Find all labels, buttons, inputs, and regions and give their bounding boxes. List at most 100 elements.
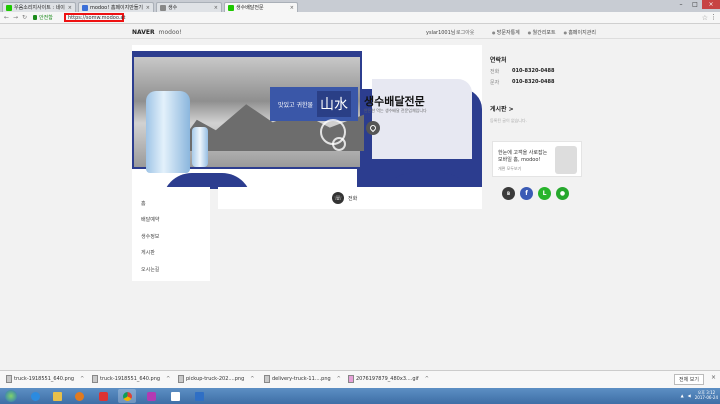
url-field[interactable]: https://somw.modoo.at [64, 13, 125, 22]
chevron-up-icon[interactable]: ^ [166, 376, 170, 382]
taskbar-app[interactable] [94, 389, 112, 403]
download-filename: delivery-truck-11....png [272, 376, 331, 382]
media-player-icon [74, 391, 84, 401]
tab-3[interactable]: 생수 × [156, 2, 222, 12]
window-controls: – □ × [674, 0, 720, 9]
reload-icon[interactable]: ↻ [22, 14, 27, 21]
kakaotalk-icon[interactable]: ● [556, 187, 569, 200]
modoo-promo-card[interactable]: 한눈에 고객을 사로잡는 모바일 홈, modoo! 개편 모두보기 [492, 141, 582, 177]
taskbar-explorer[interactable] [48, 389, 66, 403]
board-link[interactable]: 게시판 > [490, 104, 580, 113]
download-item[interactable]: truck-1918551_640.png ^ [6, 375, 84, 383]
menu-item-board[interactable]: 게시판 [141, 249, 155, 256]
show-all-downloads-button[interactable]: 전체 보기 [674, 374, 704, 385]
contact-value[interactable]: 010-8320-0488 [512, 79, 554, 86]
app-icon [170, 391, 180, 401]
contact-key: 문자 [490, 80, 500, 86]
logout-link[interactable]: 로그아웃 [456, 29, 474, 36]
ie-icon [30, 391, 40, 401]
taskbar-app[interactable] [190, 389, 208, 403]
tab-4[interactable]: 생수배달전문 × [224, 2, 298, 12]
tab-label: modoo! 홈페이지만들기 [90, 5, 144, 11]
download-item[interactable]: truck-1918551_640.png ^ [92, 375, 170, 383]
water-bottle-photo: 맛있고 귀한물 山水 [134, 57, 364, 173]
image-file-icon [264, 375, 270, 383]
menu-item-directions[interactable]: 오시는길 [141, 266, 159, 273]
chrome-icon [122, 391, 132, 401]
address-bar: ← → ↻ 안전함 https://somw.modoo.at ☆ ⋮ [0, 12, 720, 24]
visitor-stats-link[interactable]: 방문자통계 [492, 29, 520, 36]
tab-close-icon[interactable]: × [214, 5, 218, 11]
taskbar-ie[interactable] [26, 389, 44, 403]
admin-links: 방문자통계 월간리포트 홈페이지관리 [492, 29, 596, 36]
browser-menu-icon[interactable]: ⋮ [710, 13, 717, 21]
download-bar: truck-1918551_640.png ^ truck-1918551_640… [0, 370, 720, 388]
close-download-bar-icon[interactable]: × [711, 374, 716, 381]
chevron-up-icon[interactable]: ^ [425, 376, 429, 382]
tab-label: 생수배달전문 [236, 5, 264, 11]
page-content: NAVERmodoo! yslar1001님 로그아웃 방문자통계 월간리포트 … [0, 25, 720, 370]
taskbar-chrome[interactable] [118, 389, 136, 403]
logo-naver: NAVER [132, 29, 155, 36]
phone-icon: ☏ [332, 192, 344, 204]
download-item[interactable]: delivery-truck-11....png ^ [264, 375, 341, 383]
facebook-icon[interactable]: f [520, 187, 533, 200]
tab-close-icon[interactable]: × [290, 5, 294, 11]
contact-panel: 연락처 전화 010-8320-0488 문자 010-8320-0488 게시… [490, 55, 580, 124]
volume-icon[interactable]: ◀ [688, 393, 691, 398]
network-icon[interactable]: ▲ [681, 393, 684, 398]
download-item[interactable]: 2076197879_480x3....gif ^ [348, 375, 429, 383]
naver-favicon-icon [228, 4, 234, 11]
contact-value[interactable]: 010-8320-0488 [512, 68, 554, 75]
download-item[interactable]: pickup-truck-202....png ^ [178, 375, 254, 383]
gif-file-icon [348, 375, 354, 383]
water-bottle-graphic [192, 127, 208, 167]
tab-close-icon[interactable]: × [146, 5, 150, 11]
blog-share-icon[interactable]: B [502, 187, 515, 200]
maximize-icon[interactable]: □ [688, 0, 702, 9]
app-icon [194, 391, 204, 401]
close-window-icon[interactable]: × [702, 0, 720, 9]
tab-2[interactable]: modoo! 홈페이지만들기 × [78, 2, 154, 12]
call-button[interactable]: ☏ 전화 [218, 187, 482, 209]
clock[interactable]: 오후 3:12 2017-06-24 [695, 390, 718, 400]
tab-label: 우음소리지사이트 : 네이 [14, 5, 65, 11]
homepage-admin-link[interactable]: 홈페이지관리 [564, 29, 596, 36]
contact-row: 전화 010-8320-0488 [490, 68, 580, 75]
bookmark-star-icon[interactable]: ☆ [702, 14, 708, 22]
location-pin-icon[interactable] [366, 121, 380, 135]
taskbar-app[interactable] [142, 389, 160, 403]
secure-indicator[interactable]: 안전함 [33, 14, 53, 21]
monthly-report-link[interactable]: 월간리포트 [528, 29, 556, 36]
promo-text: 한눈에 고객을 사로잡는 모바일 홈, modoo! [498, 150, 550, 164]
chevron-up-icon[interactable]: ^ [337, 376, 341, 382]
line-icon[interactable]: L [538, 187, 551, 200]
forward-icon[interactable]: → [13, 14, 18, 21]
call-label: 전화 [348, 196, 358, 202]
banner-plate: 맛있고 귀한물 山水 [270, 87, 358, 121]
chevron-right-icon: > [508, 106, 514, 113]
board-empty-text: 등록된 글이 없습니다. [490, 118, 527, 123]
minimize-icon[interactable]: – [674, 0, 688, 9]
tab-1[interactable]: 우음소리지사이트 : 네이 × [2, 2, 76, 12]
back-icon[interactable]: ← [4, 14, 9, 21]
taskbar-media[interactable] [70, 389, 88, 403]
start-button[interactable] [2, 389, 20, 403]
download-filename: 2076197879_480x3....gif [356, 376, 419, 382]
contact-row: 문자 010-8320-0488 [490, 79, 580, 86]
windows-taskbar: ▲ ◀ 오후 3:12 2017-06-24 [0, 388, 720, 404]
taskbar-app[interactable] [166, 389, 184, 403]
share-icons: B f L ● [502, 187, 569, 200]
menu-item-home[interactable]: 홈 [141, 200, 146, 207]
chevron-up-icon[interactable]: ^ [250, 376, 254, 382]
tab-close-icon[interactable]: × [68, 5, 72, 11]
menu-item-delivery[interactable]: 배달예약 [141, 216, 159, 223]
image-file-icon [92, 375, 98, 383]
image-file-icon [178, 375, 184, 383]
naver-modoo-logo[interactable]: NAVER modoo! [132, 29, 182, 36]
download-filename: pickup-truck-202....png [186, 376, 245, 382]
user-name[interactable]: yslar1001님 [426, 29, 455, 36]
menu-item-water-info[interactable]: 생수정보 [141, 233, 159, 240]
chevron-up-icon[interactable]: ^ [80, 376, 84, 382]
modoo-favicon-icon [82, 4, 88, 11]
